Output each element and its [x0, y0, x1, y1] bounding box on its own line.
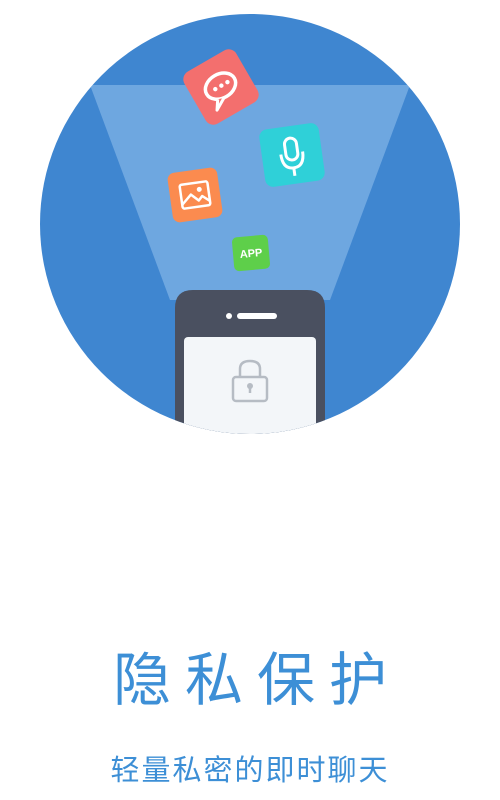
onboarding-screen: APP 隐私保护 轻量私密的即时聊天 [0, 0, 500, 800]
phone-illustration [175, 290, 325, 434]
app-badge-label: APP [239, 247, 263, 261]
page-subtitle: 轻量私密的即时聊天 [110, 753, 390, 787]
phone-screen [184, 337, 316, 434]
page-title: 隐私保护 [112, 646, 401, 714]
phone-speaker [237, 313, 277, 319]
picture-icon [167, 167, 223, 223]
microphone-icon [259, 123, 325, 187]
phone-camera [226, 313, 232, 319]
privacy-illustration: APP [40, 14, 460, 434]
app-icon: APP [232, 234, 270, 272]
